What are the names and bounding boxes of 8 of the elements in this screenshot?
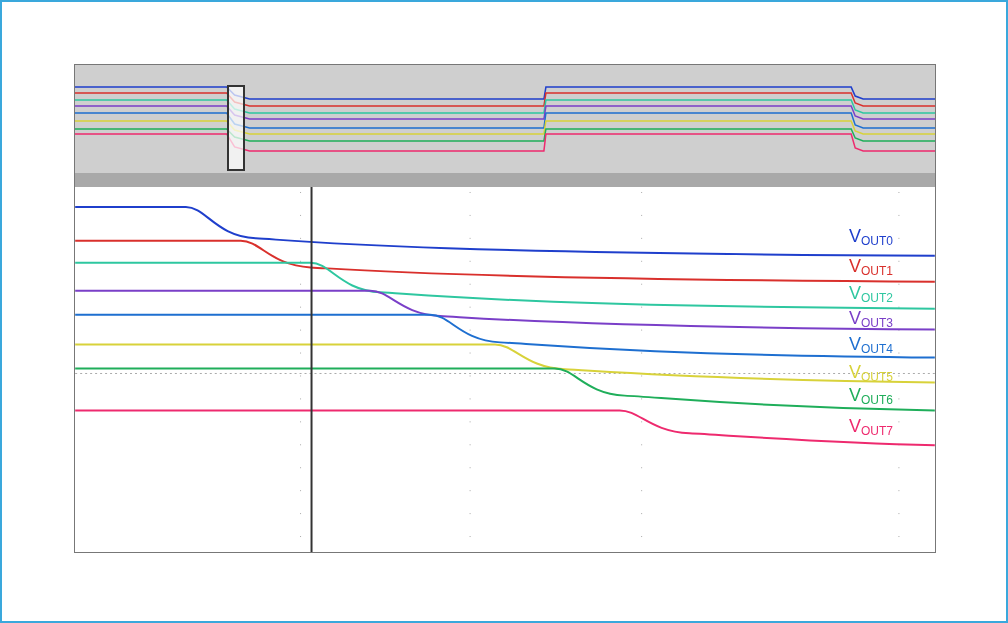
trace-label: V$_{OUT6}$ — [849, 386, 894, 404]
trace-label: V$_{OUT1}$ — [849, 257, 894, 275]
trace-label: V$_{OUT5}$ — [849, 363, 894, 381]
trace-label: V$_{OUT4}$ — [849, 335, 894, 353]
trace-label: V$_{OUT2}$ — [849, 284, 894, 302]
trace-label: V$_{OUT7}$ — [849, 417, 894, 435]
trace-label: V$_{OUT3}$ — [849, 309, 894, 327]
trace-label: V$_{OUT0}$ — [849, 227, 894, 245]
